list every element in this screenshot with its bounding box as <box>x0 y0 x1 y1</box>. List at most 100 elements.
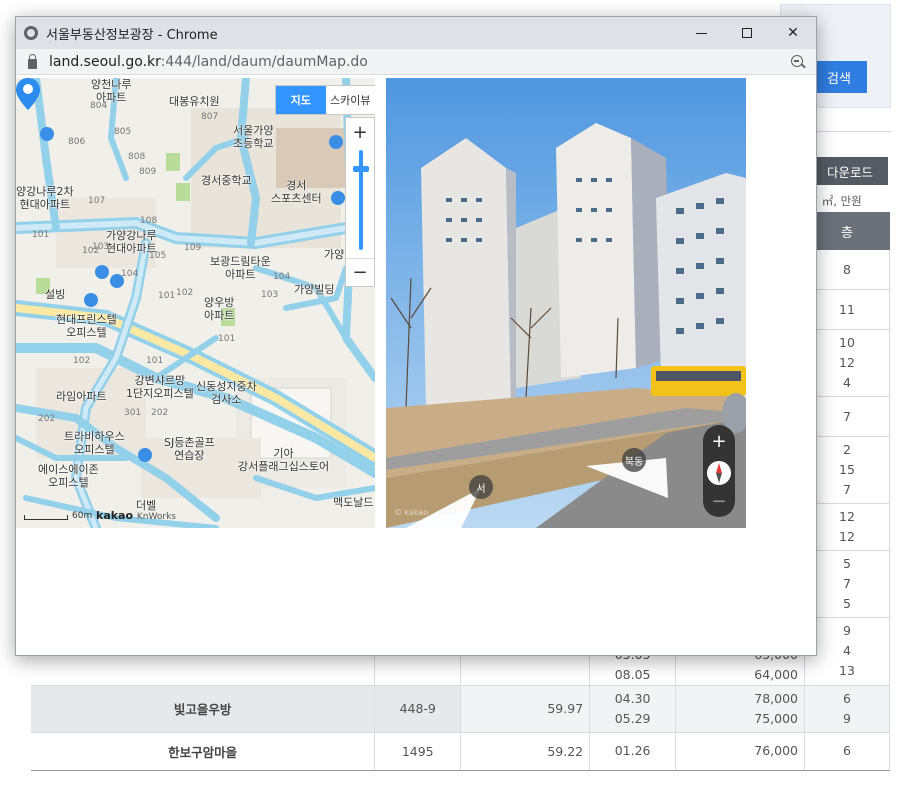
building-number: 103 <box>261 290 279 300</box>
floor-value: 12 <box>839 529 855 544</box>
price-value: 76,000 <box>754 743 799 758</box>
roadview-direction-west[interactable]: 서 <box>469 475 493 499</box>
maximize-button[interactable] <box>724 17 770 49</box>
compass-icon[interactable] <box>707 461 731 485</box>
map-label: 경서중학교 <box>201 174 252 187</box>
building-number: 107 <box>88 196 106 206</box>
building-number: 806 <box>68 137 86 147</box>
table-cell-price: 78,000 75,000 <box>675 685 806 733</box>
building-number: 101 <box>32 230 50 240</box>
close-icon: ✕ <box>787 25 799 41</box>
map-label: 라임아파트 <box>56 390 107 403</box>
floor-value: 4 <box>843 642 851 658</box>
map-label: 가양 <box>324 248 345 261</box>
zoom-out-icon[interactable] <box>791 55 803 67</box>
table-cell-floor: 69 <box>804 685 890 733</box>
building-number: 809 <box>139 167 157 177</box>
floor-value: 15 <box>839 462 855 477</box>
map-label: 현대프린스텔 오피스텔 <box>56 313 117 339</box>
map-label: 기아 강서플래그십스토어 <box>238 447 330 473</box>
roadview-direction-northeast[interactable]: 북동 <box>622 448 646 472</box>
building-number: 804 <box>90 101 108 111</box>
table-row[interactable]: 빛고을우방 448-9 59.97 04.30 05.29 78,000 75,00… <box>31 685 890 733</box>
table-row[interactable]: 한보구암마을 1495 59.22 01.26 76,000 6 <box>31 732 890 771</box>
map-label: 신동성지중차 검사소 <box>196 380 257 406</box>
map-type-map-button[interactable]: 지도 <box>276 86 326 114</box>
map-label: 가양빌딩 <box>294 283 335 296</box>
building-number: 101 <box>146 356 164 366</box>
building-number: 808 <box>128 152 146 162</box>
table-cell-area: 59.22 <box>460 732 591 771</box>
map-zoom-in-button[interactable]: + <box>346 118 374 146</box>
floor-value: 5 <box>843 556 851 571</box>
map-label: 대봉유치원 <box>169 95 220 108</box>
table-cell-floor: 6 <box>804 732 890 771</box>
date-value: 01.26 <box>614 743 651 758</box>
scale-text: 60m <box>72 511 93 521</box>
url-host: land.seoul.go.kr <box>49 53 161 70</box>
lock-icon <box>28 53 37 69</box>
close-button[interactable]: ✕ <box>770 17 816 49</box>
scale-bar <box>24 515 68 520</box>
map-label: 경서 스포츠센터 <box>271 179 322 205</box>
building-number: 202 <box>151 408 169 418</box>
building-number: 109 <box>184 243 202 253</box>
roadview-credit: © kakao <box>394 508 429 517</box>
roadview-panel[interactable]: 서 북동 + − © kakao <box>386 78 746 528</box>
maximize-icon <box>742 28 752 38</box>
roadview-control[interactable]: + − <box>703 425 735 517</box>
map-view[interactable]: 양천나루 아파트 대봉유치원 서울가양 초등학교 경서중학교 경서 스포츠센터 … <box>16 78 375 528</box>
map-type-skyview-button[interactable]: 스카이뷰 <box>326 86 376 114</box>
floor-value: 9 <box>843 710 851 726</box>
map-label: 서울가양 초등학교 <box>233 124 274 150</box>
roadview-image <box>386 78 746 528</box>
logo-sub-text: KnWorks <box>136 512 176 522</box>
price-value: 78,000 <box>754 690 799 706</box>
table-cell-area: 59.97 <box>460 685 591 733</box>
map-zoom-out-button[interactable]: − <box>346 258 374 286</box>
url-text[interactable]: land.seoul.go.kr:444/land/daum/daumMap.d… <box>49 54 368 70</box>
title-bar[interactable]: 서울부동산정보광장 - Chrome ✕ <box>16 17 816 49</box>
building-number: 807 <box>201 112 219 122</box>
table-cell-name: 한보구암마을 <box>31 732 376 771</box>
floor-cell: 12 12 <box>805 504 889 551</box>
table-cell-name: 빛고을우방 <box>31 685 376 733</box>
table-cell-jibun: 1495 <box>374 732 462 771</box>
building-number: 202 <box>38 414 56 424</box>
map-zoom-control[interactable]: + − <box>345 117 375 287</box>
roadview-zoom-in-button[interactable]: + <box>703 431 735 452</box>
building-number: 108 <box>140 216 158 226</box>
building-number: 105 <box>149 251 167 261</box>
roadview-zoom-out-button[interactable]: − <box>703 491 735 512</box>
floor-cell: 5 7 5 <box>805 551 889 618</box>
building-number: 301 <box>124 408 142 418</box>
floor-value: 10 <box>839 335 855 350</box>
building-number: 101 <box>158 291 176 301</box>
date-value: 05.29 <box>614 710 651 726</box>
floor-value: 5 <box>843 596 851 611</box>
building-number: 104 <box>121 269 139 279</box>
map-type-toggle[interactable]: 지도 스카이뷰 <box>275 85 375 115</box>
price-value: 75,000 <box>754 710 799 726</box>
table-cell-floor: 9 4 13 <box>804 617 890 686</box>
floor-value: 8 <box>843 261 851 277</box>
floor-value: 7 <box>843 576 851 591</box>
floor-cell: 10 12 4 <box>805 330 889 397</box>
floor-cell: 2 15 7 <box>805 437 889 504</box>
download-button[interactable]: 다운로드 <box>812 157 888 185</box>
floor-value: 12 <box>839 355 855 370</box>
table-cell-price: 76,000 <box>675 732 806 771</box>
building-number: 103 <box>92 242 110 252</box>
map-zoom-slider[interactable] <box>359 150 363 250</box>
location-pin-icon[interactable] <box>16 78 40 110</box>
map-label: 보광드림타운 아파트 <box>210 255 271 281</box>
floor-value: 7 <box>843 482 851 497</box>
search-button[interactable]: 검색 <box>811 61 867 93</box>
popup-window[interactable]: 서울부동산정보광장 - Chrome ✕ land.seoul.go.kr:44… <box>15 16 817 656</box>
price-value: 64,000 <box>754 666 799 682</box>
map-zoom-slider-handle[interactable] <box>353 166 369 172</box>
address-bar[interactable]: land.seoul.go.kr:444/land/daum/daumMap.d… <box>16 49 816 75</box>
map-label: 강변샤르망 1단지오피스텔 <box>126 374 194 400</box>
floor-value: 4 <box>843 375 851 390</box>
minimize-button[interactable] <box>678 17 724 49</box>
